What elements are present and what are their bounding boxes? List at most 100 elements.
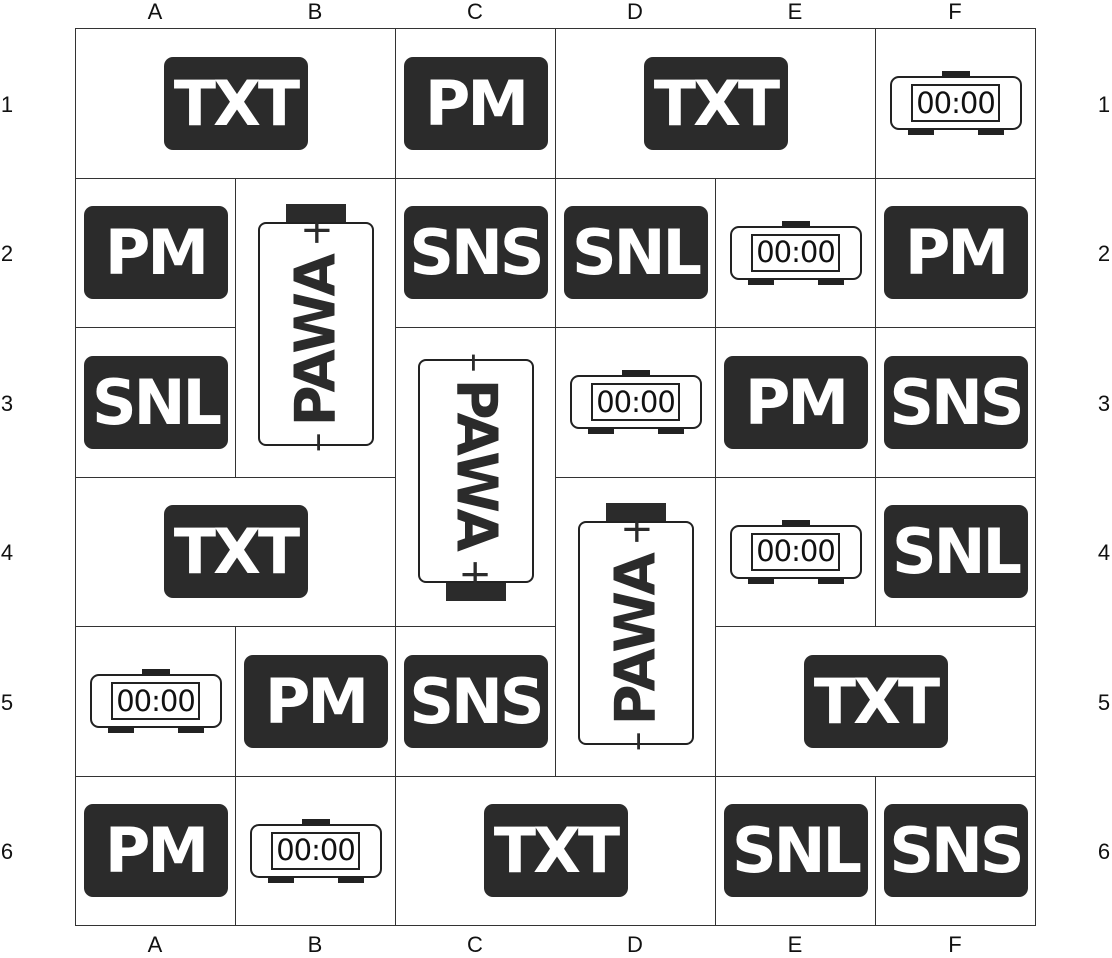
piece-clock-e2[interactable]: 00:00	[715, 177, 876, 328]
clock-body: 00:00	[249, 823, 382, 878]
clock-foot	[657, 428, 684, 435]
clock-body: 00:00	[729, 225, 862, 280]
piece-clock-b6[interactable]: 00:00	[235, 775, 396, 926]
piece-txt-d1[interactable]: TXT	[555, 28, 876, 179]
battery-minus: –	[612, 732, 659, 751]
col-label-bottom-e: E	[787, 932, 803, 957]
col-label-top-d: D	[627, 0, 643, 24]
clock-foot	[907, 129, 934, 136]
piece-sns-f6[interactable]: SNS	[875, 775, 1036, 926]
piece-txt-e5[interactable]: TXT	[715, 626, 1036, 777]
row-label-right-2: 2	[1097, 241, 1111, 267]
battery-minus: –	[292, 433, 339, 452]
row-label-left-6: 6	[0, 839, 14, 865]
col-label-bottom-a: A	[147, 932, 163, 957]
battery-body: – PAWA +	[417, 353, 534, 589]
piece-txt-c6[interactable]: TXT	[395, 775, 716, 926]
battery-body: – PAWA +	[577, 514, 694, 751]
col-label-bottom-b: B	[307, 932, 323, 957]
piece-sns-c2[interactable]: SNS	[395, 177, 556, 328]
piece-pm-a2[interactable]: PM	[75, 177, 236, 328]
col-label-top-c: C	[467, 0, 483, 24]
piece-battery-b2[interactable]: – PAWA +	[235, 177, 396, 478]
row-label-left-3: 3	[0, 390, 14, 416]
clock-foot	[747, 577, 774, 584]
clock-body: 00:00	[889, 76, 1022, 131]
clock-display: 00:00	[111, 682, 200, 721]
battery-plus: +	[612, 514, 659, 546]
row-label-left-4: 4	[0, 540, 14, 566]
clock-foot	[817, 577, 844, 584]
row-label-right-1: 1	[1097, 91, 1111, 117]
pm-badge: PM	[243, 654, 388, 748]
txt-badge: TXT	[803, 654, 948, 748]
piece-pm-e3[interactable]: PM	[715, 327, 876, 478]
battery-icon: – PAWA +	[417, 353, 534, 601]
battery-icon: – PAWA +	[577, 502, 694, 751]
row-label-left-1: 1	[0, 91, 14, 117]
pm-badge: PM	[83, 206, 228, 300]
alarm-clock-icon: 00:00	[729, 518, 862, 586]
clock-foot	[267, 876, 294, 883]
alarm-clock-icon: 00:00	[569, 368, 702, 436]
row-label-right-4: 4	[1097, 540, 1111, 566]
col-label-top-a: A	[147, 0, 163, 24]
clock-foot	[337, 876, 364, 883]
row-label-left-5: 5	[0, 689, 14, 715]
pm-badge: PM	[883, 206, 1028, 300]
piece-clock-e4[interactable]: 00:00	[715, 476, 876, 627]
clock-body: 00:00	[569, 375, 702, 430]
sns-badge: SNS	[403, 206, 548, 300]
piece-pm-f2[interactable]: PM	[875, 177, 1036, 328]
clock-foot	[977, 129, 1004, 136]
sns-badge: SNS	[883, 804, 1028, 898]
pm-badge: PM	[403, 56, 548, 150]
piece-txt-a1[interactable]: TXT	[75, 28, 396, 179]
piece-snl-a3[interactable]: SNL	[75, 327, 236, 478]
row-label-right-5: 5	[1097, 689, 1111, 715]
clock-display: 00:00	[271, 831, 360, 870]
txt-badge: TXT	[163, 505, 308, 599]
piece-snl-d2[interactable]: SNL	[555, 177, 716, 328]
col-label-top-b: B	[307, 0, 323, 24]
piece-pm-a6[interactable]: PM	[75, 775, 236, 926]
col-label-top-e: E	[787, 0, 803, 24]
snl-badge: SNL	[883, 505, 1028, 599]
clock-foot	[747, 278, 774, 285]
piece-txt-a4[interactable]: TXT	[75, 476, 396, 627]
col-label-bottom-d: D	[627, 932, 643, 957]
piece-snl-e6[interactable]: SNL	[715, 775, 876, 926]
pm-badge: PM	[83, 804, 228, 898]
clock-body: 00:00	[89, 674, 222, 729]
puzzle-board: TXT PM TXT 00:00 PM – PAWA + SNS SNL 00:00 PM SNL – PA…	[75, 28, 1036, 926]
col-label-bottom-c: C	[467, 932, 483, 957]
piece-clock-f1[interactable]: 00:00	[875, 28, 1036, 179]
clock-foot	[587, 428, 614, 435]
battery-plus: +	[452, 557, 499, 590]
battery-plus: +	[292, 215, 339, 247]
piece-battery-d4[interactable]: – PAWA +	[555, 476, 716, 777]
piece-pm-c1[interactable]: PM	[395, 28, 556, 179]
clock-foot	[817, 278, 844, 285]
clock-display: 00:00	[751, 233, 840, 272]
piece-pm-b5[interactable]: PM	[235, 626, 396, 777]
alarm-clock-icon: 00:00	[249, 817, 382, 885]
pm-badge: PM	[723, 355, 868, 449]
battery-icon: – PAWA +	[257, 203, 374, 452]
piece-clock-d3[interactable]: 00:00	[555, 327, 716, 478]
battery-brand: PAWA	[443, 378, 508, 550]
txt-badge: TXT	[643, 56, 788, 150]
piece-clock-a5[interactable]: 00:00	[75, 626, 236, 777]
row-label-right-3: 3	[1097, 390, 1111, 416]
clock-display: 00:00	[911, 84, 1000, 123]
row-label-right-6: 6	[1097, 839, 1111, 865]
piece-snl-f4[interactable]: SNL	[875, 476, 1036, 627]
battery-label: – PAWA +	[283, 215, 348, 452]
piece-sns-f3[interactable]: SNS	[875, 327, 1036, 478]
clock-body: 00:00	[729, 524, 862, 579]
piece-sns-c5[interactable]: SNS	[395, 626, 556, 777]
piece-battery-c3[interactable]: – PAWA +	[395, 327, 556, 627]
alarm-clock-icon: 00:00	[89, 667, 222, 735]
snl-badge: SNL	[563, 206, 708, 300]
alarm-clock-icon: 00:00	[889, 69, 1022, 137]
